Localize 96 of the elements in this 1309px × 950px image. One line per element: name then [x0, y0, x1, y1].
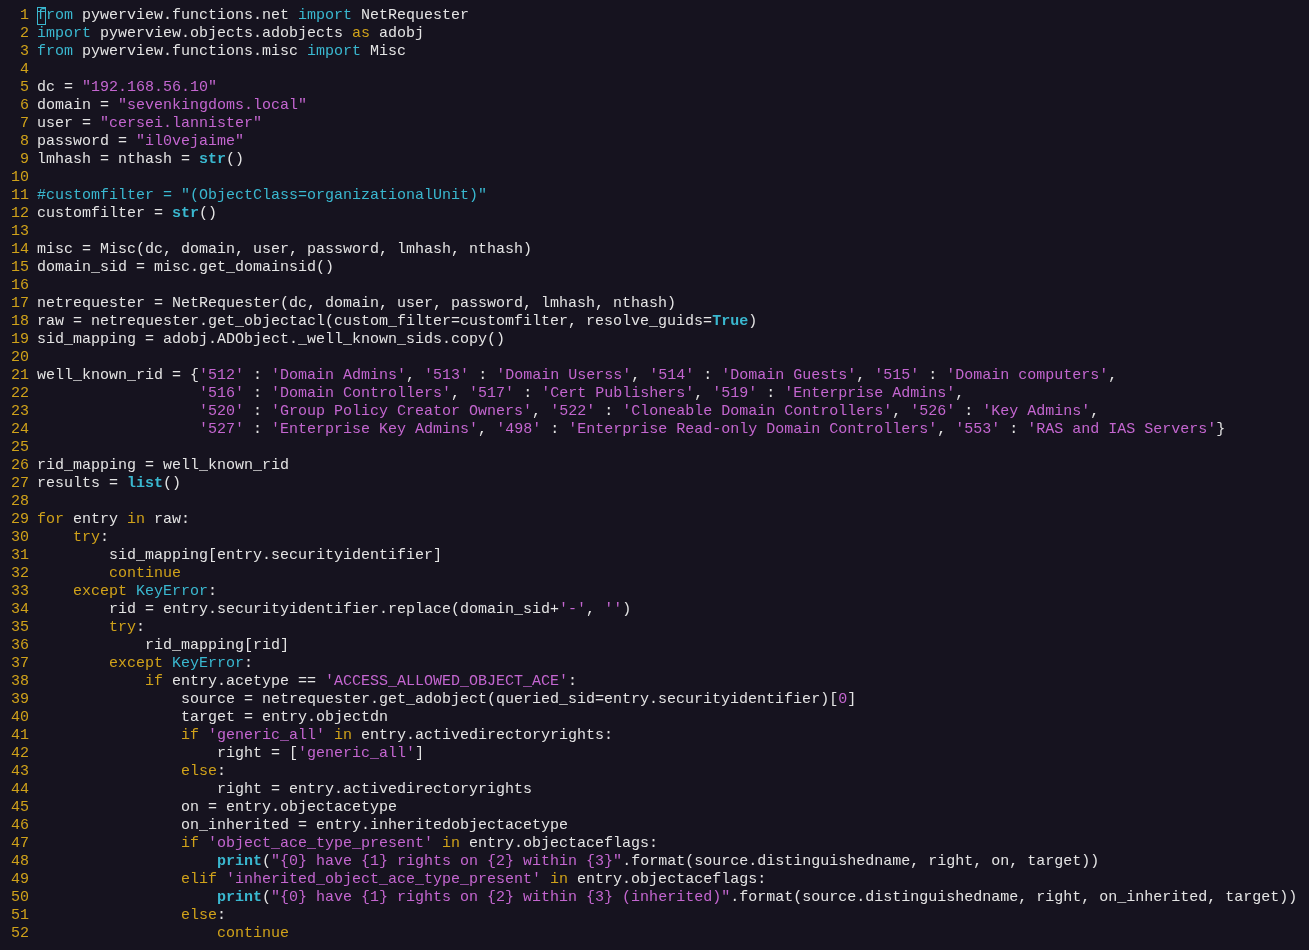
line-number: 35: [10, 619, 29, 637]
code-line: print("{0} have {1} rights on {2} within {3} (inherited)".format(source.distinguishedname, right, on_inherited, target)): [216, 889, 1298, 906]
line-number: 47: [10, 835, 29, 853]
code-line: '516' : 'Domain Controllers', '517' : 'Cert Publishers', '519' : 'Enterprise Admins',: [198, 385, 965, 402]
line-number: 27: [10, 475, 29, 493]
line-number: 22: [10, 385, 29, 403]
line-number: 13: [10, 223, 29, 241]
code-line: if 'object_ace_type_present' in entry.objectaceflags:: [180, 835, 659, 852]
code-line: password = "il0vejaime": [37, 133, 245, 150]
line-number: 37: [10, 655, 29, 673]
code-line: rid_mapping = well_known_rid: [37, 457, 290, 474]
line-number: 41: [10, 727, 29, 745]
code-line: dc = "192.168.56.10": [37, 79, 218, 96]
code-line: domain_sid = misc.get_domainsid(): [37, 259, 335, 276]
code-line: source = netrequester.get_adobject(queried_sid=entry.securityidentifier)[0]: [180, 691, 857, 708]
code-line: on = entry.objectacetype: [180, 799, 398, 816]
code-line: elif 'inherited_object_ace_type_present' in entry.objectaceflags:: [180, 871, 767, 888]
line-number: 15: [10, 259, 29, 277]
line-number: 16: [10, 277, 29, 295]
code-line: rid_mapping[rid]: [144, 637, 290, 654]
code-line: target = entry.objectdn: [180, 709, 389, 726]
code-line: else:: [180, 763, 227, 780]
code-line: misc = Misc(dc, domain, user, password, lmhash, nthash): [37, 241, 533, 258]
line-number: 7: [19, 115, 29, 133]
code-line: else:: [180, 907, 227, 924]
line-number: 49: [10, 871, 29, 889]
code-line: if entry.acetype == 'ACCESS_ALLOWED_OBJECT_ACE':: [144, 673, 578, 690]
code-line: raw = netrequester.get_objectacl(custom_filter=customfilter, resolve_guids=True): [37, 313, 758, 330]
line-number: 3: [19, 43, 29, 61]
line-number: 28: [10, 493, 29, 511]
code-line: customfilter = str(): [37, 205, 218, 222]
code-line: except KeyError:: [72, 583, 218, 600]
line-number: 43: [10, 763, 29, 781]
line-number: 2: [19, 25, 29, 43]
line-number: 23: [10, 403, 29, 421]
code-line: well_known_rid = {'512' : 'Domain Admins', '513' : 'Domain Userss', '514' : 'Domain Guests', '515' : 'Domain computers',: [37, 367, 1118, 384]
line-number: 39: [10, 691, 29, 709]
line-number: 25: [10, 439, 29, 457]
line-number: 24: [10, 421, 29, 439]
line-number: 12: [10, 205, 29, 223]
line-number: 44: [10, 781, 29, 799]
line-number: 4: [19, 61, 29, 79]
code-line: if 'generic_all' in entry.activedirectoryrights:: [180, 727, 614, 744]
line-number: 46: [10, 817, 29, 835]
code-line: for entry in raw:: [37, 511, 191, 528]
code-line: lmhash = nthash = str(): [37, 151, 245, 168]
code-line: continue: [216, 925, 290, 942]
code-line: domain = "sevenkingdoms.local": [37, 97, 308, 114]
line-number: 1: [19, 7, 29, 25]
line-number: 45: [10, 799, 29, 817]
code-line: sid_mapping[entry.securityidentifier]: [108, 547, 443, 564]
code-line: results = list(): [37, 475, 182, 492]
line-number: 33: [10, 583, 29, 601]
line-number: 48: [10, 853, 29, 871]
code-line: continue: [108, 565, 182, 582]
code-line: on_inherited = entry.inheritedobjectacetype: [180, 817, 569, 834]
line-number: 5: [19, 79, 29, 97]
line-number: 38: [10, 673, 29, 691]
code-line: netrequester = NetRequester(dc, domain, user, password, lmhash, nthash): [37, 295, 677, 312]
code-line: from pywerview.functions.misc import Misc: [37, 43, 407, 60]
line-number: 18: [10, 313, 29, 331]
line-number: 34: [10, 601, 29, 619]
code-line: #customfilter = "(ObjectClass=organizationalUnit)": [37, 187, 488, 204]
line-number: 19: [10, 331, 29, 349]
line-number: 14: [10, 241, 29, 259]
line-number: 42: [10, 745, 29, 763]
code-line: '520' : 'Group Policy Creator Owners', '522' : 'Cloneable Domain Controllers', '526' : 'Key Admins',: [198, 403, 1100, 420]
code-line: '527' : 'Enterprise Key Admins', '498' : 'Enterprise Read-only Domain Controllers', '553' : 'RAS and IAS Servers'}: [198, 421, 1226, 438]
line-number: 26: [10, 457, 29, 475]
line-number: 36: [10, 637, 29, 655]
code-line: sid_mapping = adobj.ADObject._well_known_sids.copy(): [37, 331, 506, 348]
code-line: right = entry.activedirectoryrights: [216, 781, 533, 798]
line-number: 10: [10, 169, 29, 187]
line-number: 17: [10, 295, 29, 313]
code-line: import pywerview.objects.adobjects as adobj: [37, 25, 425, 42]
code-line: print("{0} have {1} rights on {2} within {3}".format(source.distinguishedname, right, on, target)): [216, 853, 1100, 870]
line-number: 51: [10, 907, 29, 925]
code-line: right = ['generic_all']: [216, 745, 425, 762]
line-number: 31: [10, 547, 29, 565]
line-number: 29: [10, 511, 29, 529]
line-number: 11: [10, 187, 29, 205]
line-number: 32: [10, 565, 29, 583]
code-line: except KeyError:: [108, 655, 254, 672]
line-number: 30: [10, 529, 29, 547]
line-number: 52: [10, 925, 29, 943]
line-number: 40: [10, 709, 29, 727]
line-number: 21: [10, 367, 29, 385]
line-number: 8: [19, 133, 29, 151]
line-number: 20: [10, 349, 29, 367]
line-number: 6: [19, 97, 29, 115]
line-number: 50: [10, 889, 29, 907]
code-line: try:: [72, 529, 110, 546]
code-line: try:: [108, 619, 146, 636]
code-line: rid = entry.securityidentifier.replace(domain_sid+'-', ''): [108, 601, 632, 618]
line-number: 9: [19, 151, 29, 169]
code-line: user = "cersei.lannister": [37, 115, 263, 132]
